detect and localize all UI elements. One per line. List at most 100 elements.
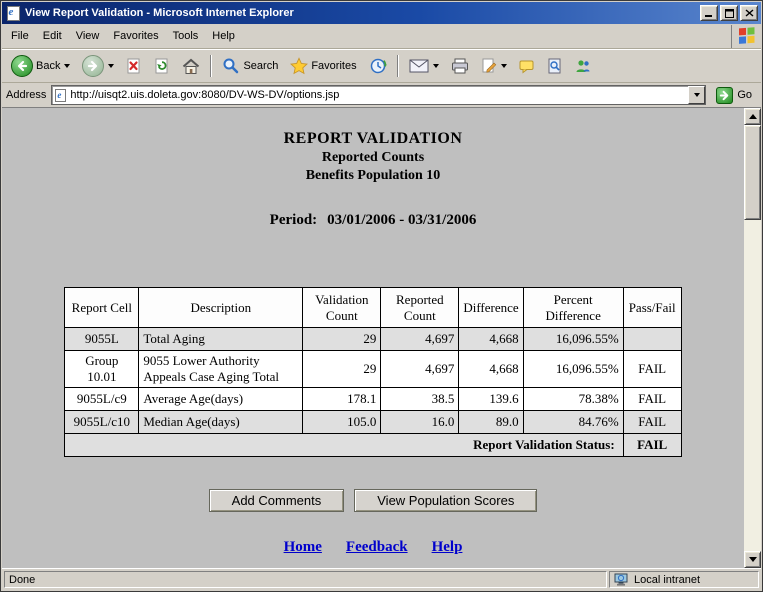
status-message-panel: Done (4, 571, 607, 588)
back-label: Back (36, 60, 60, 72)
home-link[interactable]: Home (284, 539, 322, 555)
forward-button[interactable] (77, 52, 119, 80)
maximize-button[interactable] (720, 5, 738, 21)
research-button[interactable] (542, 55, 568, 77)
windows-flag-icon (731, 25, 761, 48)
window-title: View Report Validation - Microsoft Inter… (25, 7, 700, 19)
report-cell-value: Group 10.01 (65, 351, 139, 388)
menu-view[interactable]: View (69, 27, 107, 45)
close-button[interactable] (740, 5, 758, 21)
discuss-button[interactable] (514, 55, 540, 77)
description-value: Average Age(days) (139, 388, 303, 411)
reported-count-value: 16.0 (381, 411, 459, 434)
pass-fail-value: FAIL (623, 351, 681, 388)
security-zone-panel: Local intranet (609, 571, 759, 588)
navigation-toolbar: Back Search Favorites (2, 49, 761, 83)
validation-count-value: 178.1 (303, 388, 381, 411)
scroll-up-button[interactable] (744, 108, 761, 125)
title-bar: View Report Validation - Microsoft Inter… (2, 2, 761, 24)
pass-fail-value (623, 328, 681, 351)
validation-count-value: 29 (303, 328, 381, 351)
report-cell-value: 9055L/c9 (65, 388, 139, 411)
address-input[interactable]: http://uisqt2.uis.doleta.gov:8080/DV-WS-… (51, 85, 706, 105)
description-value: Total Aging (139, 328, 303, 351)
forward-dropdown-icon[interactable] (108, 64, 114, 68)
favorites-label: Favorites (311, 60, 356, 72)
percent-difference-value: 84.76% (523, 411, 623, 434)
url-page-icon (55, 89, 66, 102)
toolbar-separator (210, 55, 212, 77)
minimize-icon (705, 9, 713, 17)
difference-value: 89.0 (459, 411, 523, 434)
stop-icon (126, 58, 142, 74)
edit-button[interactable] (476, 55, 512, 77)
go-button[interactable]: Go (711, 86, 757, 105)
menu-favorites[interactable]: Favorites (106, 27, 165, 45)
refresh-button[interactable] (149, 55, 175, 77)
header-pass-fail: Pass/Fail (623, 288, 681, 328)
search-button[interactable]: Search (217, 54, 283, 78)
vertical-scrollbar[interactable] (744, 108, 761, 568)
header-description: Description (139, 288, 303, 328)
mail-button[interactable] (404, 56, 444, 76)
back-icon (11, 55, 33, 77)
home-icon (182, 58, 200, 75)
back-button[interactable]: Back (6, 52, 75, 80)
intranet-zone-icon (614, 573, 630, 587)
favorites-button[interactable]: Favorites (285, 54, 361, 78)
edit-dropdown-icon[interactable] (501, 64, 507, 68)
toolbar-separator (397, 55, 399, 77)
page-viewport: REPORT VALIDATION Reported Counts Benefi… (2, 108, 761, 568)
difference-value: 139.6 (459, 388, 523, 411)
messenger-icon (575, 58, 591, 74)
page-subtitle-1: Reported Counts (2, 150, 744, 166)
mail-dropdown-icon[interactable] (433, 64, 439, 68)
forward-icon (82, 55, 104, 77)
refresh-icon (154, 58, 170, 74)
feedback-link[interactable]: Feedback (346, 539, 408, 555)
discuss-icon (519, 58, 535, 74)
header-report-cell: Report Cell (65, 288, 139, 328)
messenger-button[interactable] (570, 55, 596, 77)
favorites-star-icon (290, 57, 308, 75)
validation-count-value: 29 (303, 351, 381, 388)
address-dropdown-button[interactable] (688, 86, 705, 104)
minimize-button[interactable] (700, 5, 718, 21)
page-subtitle-2: Benefits Population 10 (2, 168, 744, 184)
stop-button[interactable] (121, 55, 147, 77)
print-button[interactable] (446, 55, 474, 77)
maximize-icon (725, 9, 734, 18)
menu-edit[interactable]: Edit (36, 27, 69, 45)
header-percent-difference: Percent Difference (523, 288, 623, 328)
pass-fail-value: FAIL (623, 388, 681, 411)
add-comments-button[interactable]: Add Comments (209, 489, 345, 512)
view-population-scores-button[interactable]: View Population Scores (354, 489, 537, 512)
history-button[interactable] (364, 54, 392, 78)
reported-count-value: 4,697 (381, 328, 459, 351)
reported-count-value: 4,697 (381, 351, 459, 388)
header-difference: Difference (459, 288, 523, 328)
help-link[interactable]: Help (432, 539, 463, 555)
status-bar: Done Local intranet (2, 568, 761, 590)
table-row: Group 10.01 9055 Lower Authority Appeals… (65, 351, 681, 388)
search-label: Search (243, 60, 278, 72)
back-dropdown-icon[interactable] (64, 64, 70, 68)
validation-count-value: 105.0 (303, 411, 381, 434)
menu-tools[interactable]: Tools (166, 27, 206, 45)
pass-fail-value: FAIL (623, 411, 681, 434)
history-icon (369, 57, 387, 75)
reported-count-value: 38.5 (381, 388, 459, 411)
header-reported-count: Reported Count (381, 288, 459, 328)
scroll-down-button[interactable] (744, 551, 761, 568)
menu-file[interactable]: File (4, 27, 36, 45)
table-row: 9055L/c9 Average Age(days) 178.1 38.5 13… (65, 388, 681, 411)
scrollbar-thumb[interactable] (744, 125, 761, 220)
ie-system-icon[interactable] (5, 5, 21, 21)
close-icon (745, 9, 754, 17)
home-button[interactable] (177, 55, 205, 78)
scroll-down-icon (749, 557, 757, 562)
menu-help[interactable]: Help (205, 27, 242, 45)
header-validation-count: Validation Count (303, 288, 381, 328)
window-controls (700, 5, 758, 21)
table-status-row: Report Validation Status: FAIL (65, 434, 681, 457)
